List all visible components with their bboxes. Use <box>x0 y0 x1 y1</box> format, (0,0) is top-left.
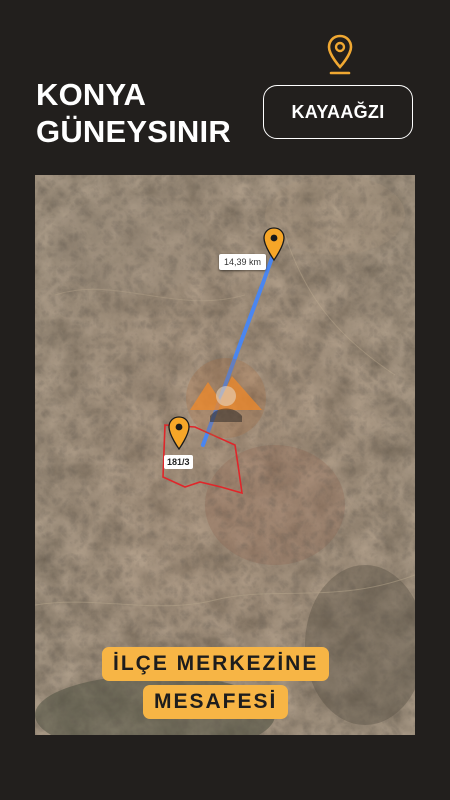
location-pin-icon[interactable] <box>263 227 285 261</box>
location-pin-icon[interactable] <box>168 416 190 450</box>
banner-line-1: İLÇE MERKEZİNE <box>102 647 330 681</box>
parcel-label: 181/3 <box>164 455 193 469</box>
title-line-2: GÜNEYSINIR <box>36 114 231 149</box>
title-line-1: KONYA <box>36 77 147 112</box>
location-button[interactable]: KAYAAĞZI <box>263 85 413 139</box>
location-pin-icon <box>327 34 353 75</box>
distance-label: 14,39 km <box>219 254 267 270</box>
page-title: KONYA GÜNEYSINIR <box>36 76 231 150</box>
banner-line-2: MESAFESİ <box>142 685 289 719</box>
logo-watermark <box>186 358 266 438</box>
distance-banner: İLÇE MERKEZİNE MESAFESİ <box>102 647 330 719</box>
